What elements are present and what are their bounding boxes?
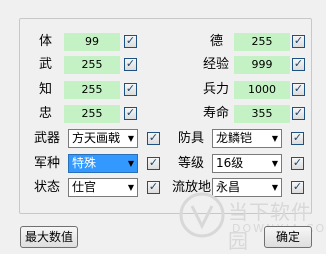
stat-checkbox-lifespan[interactable]: ✓: [292, 106, 305, 120]
chevron-down-icon: ▼: [127, 134, 134, 143]
stat-input-lifespan[interactable]: 355: [234, 105, 290, 123]
select-label-status: 状态: [34, 180, 61, 195]
stat-input-body[interactable]: 99: [64, 33, 120, 51]
status-select[interactable]: 仕官 ▼: [68, 178, 138, 197]
select-label-troop-type: 军种: [34, 156, 61, 171]
stat-label-body: 体: [39, 34, 53, 49]
armor-checkbox[interactable]: ✓: [291, 131, 304, 145]
stat-input-experience[interactable]: 999: [234, 56, 290, 74]
stat-input-loyalty[interactable]: 255: [64, 105, 120, 123]
chevron-down-icon: ▼: [127, 159, 134, 168]
stat-input-virtue[interactable]: 255: [234, 33, 290, 51]
stat-label-lifespan: 寿命: [203, 106, 230, 121]
chevron-down-icon: ▼: [271, 134, 278, 143]
stat-label-troops: 兵力: [203, 82, 230, 97]
chevron-down-icon: ▼: [127, 183, 134, 192]
stat-label-force: 武: [39, 57, 53, 72]
weapon-checkbox[interactable]: ✓: [147, 131, 160, 145]
stat-label-intelligence: 知: [39, 82, 53, 97]
stat-checkbox-force[interactable]: ✓: [124, 57, 137, 71]
select-label-weapon: 武器: [34, 131, 61, 146]
stat-label-loyalty: 忠: [39, 106, 53, 121]
stat-checkbox-troops[interactable]: ✓: [292, 82, 305, 96]
confirm-button[interactable]: 确定: [264, 226, 312, 248]
stat-label-experience: 经验: [203, 57, 230, 72]
select-label-armor: 防具: [178, 131, 205, 146]
stat-input-troops[interactable]: 1000: [234, 81, 290, 99]
chevron-down-icon: ▼: [271, 159, 278, 168]
stat-checkbox-intelligence[interactable]: ✓: [124, 82, 137, 96]
stat-input-intelligence[interactable]: 255: [64, 81, 120, 99]
level-checkbox[interactable]: ✓: [291, 156, 304, 170]
level-select[interactable]: 16级 ▼: [212, 154, 282, 173]
stat-checkbox-virtue[interactable]: ✓: [292, 34, 305, 48]
troop-type-select[interactable]: 特殊 ▼: [68, 154, 138, 173]
stat-input-force[interactable]: 255: [64, 56, 120, 74]
stat-label-virtue: 德: [210, 34, 224, 49]
troop-type-checkbox[interactable]: ✓: [147, 156, 160, 170]
status-checkbox[interactable]: ✓: [147, 180, 160, 194]
max-values-button[interactable]: 最大数值: [20, 226, 78, 248]
stat-checkbox-experience[interactable]: ✓: [292, 57, 305, 71]
armor-select[interactable]: 龙鳞铠 ▼: [212, 129, 282, 148]
stat-checkbox-loyalty[interactable]: ✓: [124, 106, 137, 120]
stat-checkbox-body[interactable]: ✓: [124, 34, 137, 48]
select-label-level: 等级: [178, 156, 205, 171]
weapon-select[interactable]: 方天画戟 ▼: [68, 129, 138, 148]
